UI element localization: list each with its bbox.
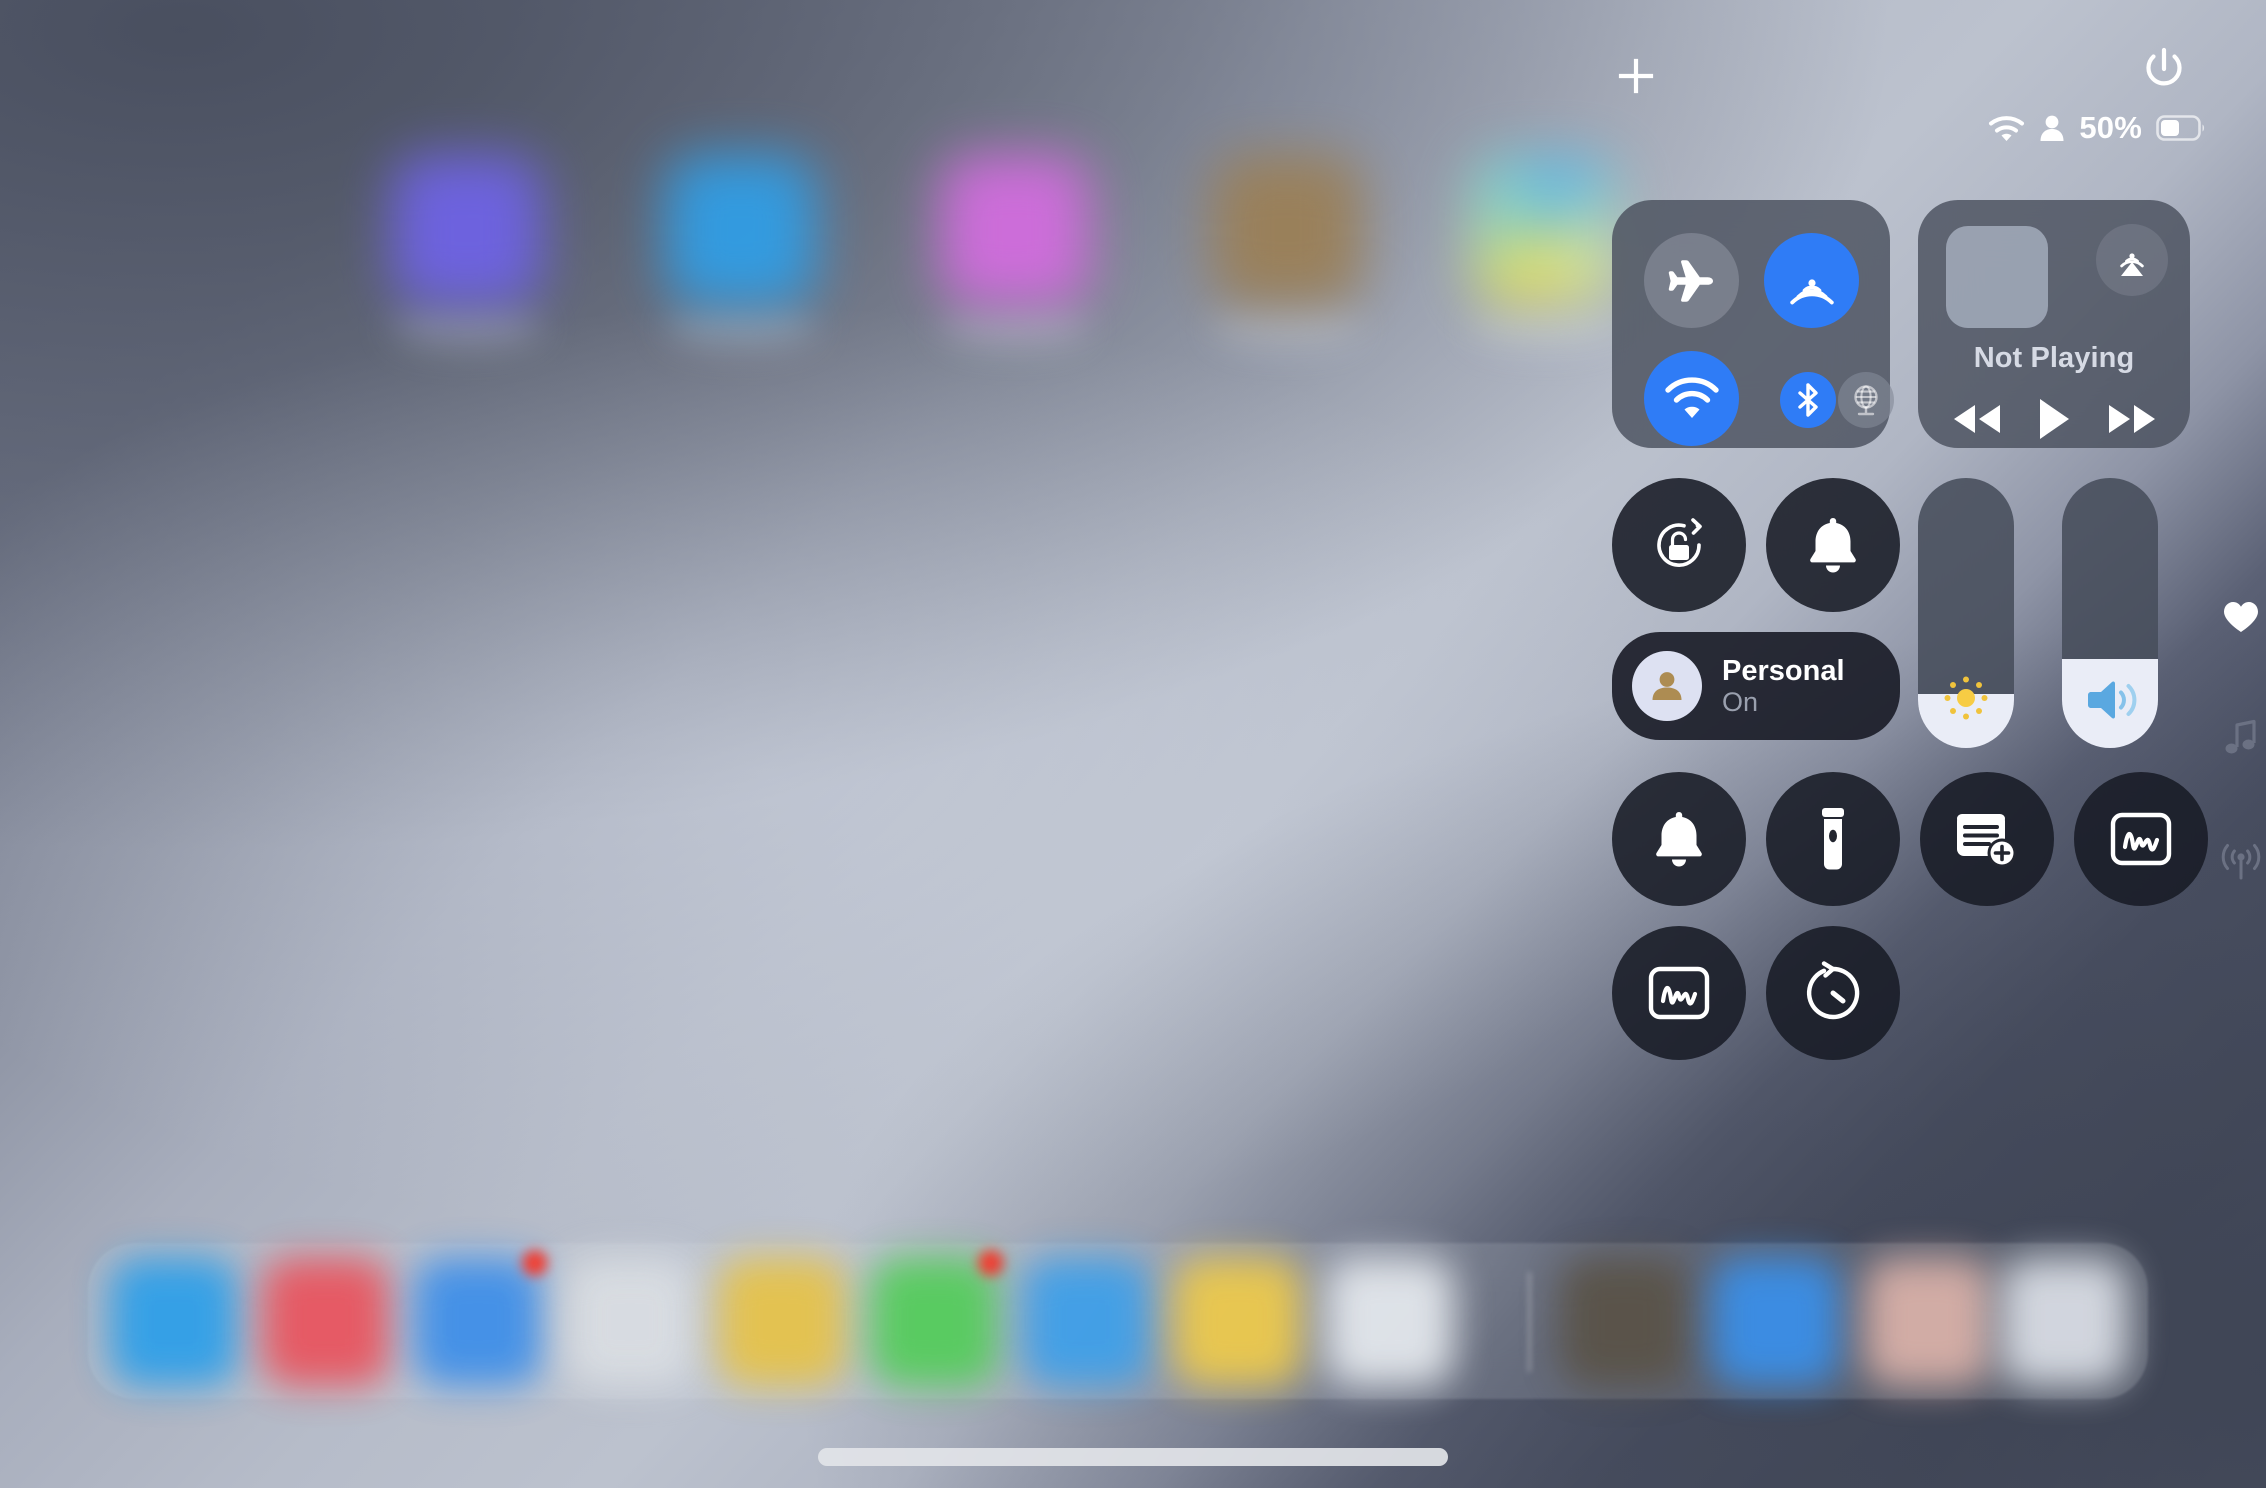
- dock-icon-gray: [566, 1258, 694, 1386]
- dock-icon-files: [1326, 1258, 1454, 1386]
- timer-icon: [1806, 961, 1860, 1020]
- heart-icon: [2224, 602, 2258, 632]
- focus-text: Personal On: [1722, 655, 1845, 718]
- airdrop-button[interactable]: [1764, 233, 1859, 328]
- app-icon-brown-shadow: [1212, 305, 1362, 347]
- fast-forward-icon: [2108, 405, 2155, 433]
- plus-icon: [1618, 58, 1654, 94]
- home-indicator[interactable]: [818, 1448, 1448, 1466]
- power-icon: [2146, 47, 2182, 86]
- app-icon-rainbow-shadow: [1470, 305, 1620, 347]
- control-center: Not Playing Personal On: [1612, 200, 2208, 1130]
- broadcast-icon: [2221, 844, 2261, 880]
- dock-divider: [1528, 1272, 1531, 1372]
- focus-mode-name: Personal: [1722, 654, 1845, 687]
- avatar: [1632, 651, 1702, 721]
- status-bar-cluster: 50%: [1988, 112, 2206, 143]
- dock-icon-messages: [870, 1258, 998, 1386]
- app-icon-purple: [392, 155, 542, 305]
- dock-icon-light: [2000, 1258, 2128, 1386]
- rewind-button[interactable]: [1950, 401, 2004, 437]
- person-icon: [2040, 115, 2064, 141]
- connectivity-edge-button[interactable]: [2218, 842, 2264, 887]
- album-artwork-placeholder: [1946, 226, 2048, 328]
- edge-controls: [2218, 600, 2264, 887]
- now-playing-module[interactable]: Not Playing: [1918, 200, 2190, 448]
- dock-icon-notes: [1174, 1258, 1302, 1386]
- rotation-lock-button[interactable]: [1612, 478, 1746, 612]
- dock-icon-safari: [110, 1258, 238, 1386]
- battery-percent-label: 50%: [2079, 110, 2142, 145]
- bluetooth-button[interactable]: [1780, 372, 1836, 428]
- power-button[interactable]: [2140, 44, 2188, 98]
- dock-icon-messages-badge: [978, 1250, 1004, 1276]
- focus-mode-button[interactable]: Personal On: [1612, 632, 1900, 740]
- battery-half-icon: [2156, 114, 2205, 141]
- rotation-lock-icon: [1657, 518, 1702, 567]
- note-add-icon: [1957, 814, 2017, 868]
- music-button[interactable]: [2224, 719, 2258, 762]
- fast-forward-button[interactable]: [2105, 401, 2159, 437]
- screenshot-button[interactable]: [2074, 772, 2208, 906]
- new-note-button[interactable]: [1920, 772, 2054, 906]
- ring-silent-button[interactable]: [1766, 478, 1900, 612]
- volume-slider[interactable]: [2062, 478, 2158, 748]
- bluetooth-icon: [1798, 383, 1818, 417]
- app-icon-purple-shadow: [392, 305, 542, 347]
- focus-mode-status: On: [1722, 687, 1759, 718]
- bell-icon: [1810, 518, 1856, 573]
- bell-icon: [1656, 812, 1702, 867]
- wifi-icon: [1989, 115, 2025, 141]
- dock-icon-red: [262, 1258, 390, 1386]
- timer-button[interactable]: [1766, 926, 1900, 1060]
- person-avatar-icon: [1652, 672, 1682, 700]
- add-widget-button[interactable]: [1612, 52, 1660, 100]
- alarm-bell-button[interactable]: [1612, 772, 1746, 906]
- globe-vpn-icon: [1854, 385, 1878, 416]
- rewind-icon: [1953, 405, 2000, 433]
- app-icon-magenta-shadow: [940, 305, 1090, 347]
- wifi-button[interactable]: [1644, 351, 1739, 446]
- music-icon: [2225, 719, 2256, 754]
- flashlight-button[interactable]: [1766, 772, 1900, 906]
- vpn-button[interactable]: [1838, 372, 1894, 428]
- app-icon-brown: [1212, 155, 1362, 305]
- dock-icon-mail: [414, 1258, 542, 1386]
- now-playing-title: Not Playing: [1973, 342, 2135, 374]
- brightness-icon-wrap: [1918, 670, 2014, 726]
- wifi-icon: [1664, 376, 1719, 418]
- dock-icon-mail-badge: [522, 1250, 548, 1276]
- airplay-audio-icon: [2120, 253, 2144, 276]
- dock-icon-appstore: [1022, 1258, 1150, 1386]
- favorites-heart-button[interactable]: [2222, 600, 2260, 639]
- app-icon-magenta: [940, 155, 1090, 305]
- airplay-button[interactable]: [2096, 224, 2168, 296]
- dock-icon-dark: [1560, 1258, 1688, 1386]
- play-icon: [2040, 399, 2069, 439]
- dock-icon-photos: [718, 1258, 846, 1386]
- flashlight-icon: [1822, 808, 1844, 870]
- markup-screen-icon: [2110, 812, 2172, 866]
- volume-icon-wrap: [2062, 674, 2158, 726]
- screen-record-button[interactable]: [1612, 926, 1746, 1060]
- dock-icon-azure: [1712, 1258, 1840, 1386]
- markup-screen-icon: [1648, 966, 1710, 1020]
- connectivity-module: [1612, 200, 1894, 448]
- playback-controls: [1918, 396, 2190, 442]
- sun-icon: [1944, 676, 1988, 720]
- speaker-wave-icon: [2088, 681, 2137, 719]
- home-screen-icon-row: [0, 155, 1620, 355]
- app-icon-blue-shadow: [666, 305, 816, 347]
- airplane-mode-button[interactable]: [1644, 233, 1739, 328]
- brightness-slider[interactable]: [1918, 478, 2014, 748]
- airplane-icon: [1668, 259, 1713, 302]
- app-icon-blue: [666, 155, 816, 305]
- dock-icon-pastel: [1864, 1258, 1992, 1386]
- play-button[interactable]: [2035, 396, 2073, 442]
- airdrop-icon: [1789, 278, 1834, 304]
- app-icon-rainbow: [1470, 155, 1620, 305]
